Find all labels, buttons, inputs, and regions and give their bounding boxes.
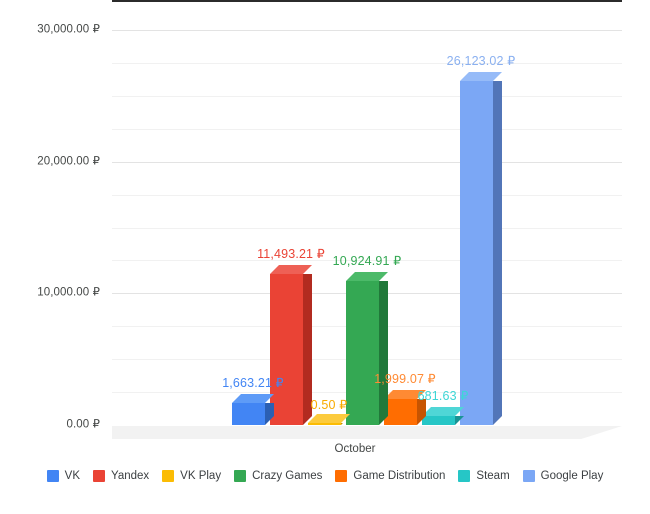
bar-steam[interactable]	[422, 407, 464, 425]
value-label: 26,123.02 ₽	[446, 54, 516, 69]
legend-item-vk-play[interactable]: VK Play	[162, 470, 221, 482]
bar-front-face	[308, 422, 341, 425]
bar-top-face	[422, 407, 464, 417]
bar-top-face	[346, 272, 388, 282]
x-axis-category-text: October	[334, 443, 376, 455]
legend-label: Google Play	[540, 470, 604, 482]
x-axis-category-label: October	[0, 443, 650, 455]
value-label: 1,999.07 ₽	[374, 371, 436, 386]
bar-front-face	[346, 281, 379, 425]
chart-legend: VK Yandex VK Play Crazy Games Game Distribut…	[0, 470, 650, 482]
legend-item-crazy-games[interactable]: Crazy Games	[234, 470, 322, 482]
legend-item-yandex[interactable]: Yandex	[93, 470, 149, 482]
bar-yandex[interactable]	[270, 264, 312, 425]
bar-top-face	[308, 413, 350, 423]
bar-top-face	[232, 394, 274, 404]
legend-label: Yandex	[111, 470, 150, 482]
bar-side-face	[493, 81, 502, 425]
value-label: 11,493.21 ₽	[257, 246, 325, 261]
legend-label: VK Play	[180, 470, 222, 482]
legend-label: Game Distribution	[353, 470, 446, 482]
value-label: 0.50 ₽	[310, 397, 348, 412]
legend-swatch-icon	[458, 470, 471, 482]
bar-game-distribution[interactable]	[384, 389, 426, 425]
bar-top-face	[460, 72, 502, 82]
legend-swatch-icon	[234, 470, 247, 482]
legend-swatch-icon	[522, 470, 535, 482]
legend-swatch-icon	[335, 470, 348, 482]
legend-swatch-icon	[162, 470, 175, 482]
bar-front-face	[460, 81, 493, 425]
value-label: 1,663.21 ₽	[222, 376, 284, 391]
legend-item-google-play[interactable]: Google Play	[522, 470, 604, 482]
bar-side-face	[379, 281, 388, 425]
legend-item-vk[interactable]: VK	[46, 470, 80, 482]
bar-chart: 0.00 ₽10,000.00 ₽20,000.00 ₽30,000.00 ₽ …	[0, 0, 650, 514]
bar-front-face	[232, 403, 265, 425]
bar-series-group	[0, 0, 650, 462]
bar-vk[interactable]	[232, 394, 274, 425]
bar-top-face	[270, 264, 312, 274]
plot-area: 0.00 ₽10,000.00 ₽20,000.00 ₽30,000.00 ₽ …	[0, 0, 650, 462]
bar-crazy-games[interactable]	[346, 272, 388, 425]
x-axis-baseline	[112, 0, 622, 2]
legend-label: Steam	[476, 470, 510, 482]
value-label: 681.63 ₽	[417, 389, 469, 404]
bar-front-face	[270, 273, 303, 425]
legend-label: VK	[64, 470, 80, 482]
legend-item-game-distribution[interactable]: Game Distribution	[335, 470, 445, 482]
bar-front-face	[422, 416, 455, 425]
legend-item-steam[interactable]: Steam	[458, 470, 510, 482]
legend-swatch-icon	[93, 470, 105, 482]
legend-label: Crazy Games	[252, 470, 323, 482]
value-label: 10,924.91 ₽	[332, 254, 402, 269]
legend-swatch-icon	[46, 470, 59, 482]
bar-front-face	[384, 398, 417, 425]
bar-google-play[interactable]	[460, 72, 502, 425]
bar-vk-play[interactable]	[308, 413, 350, 425]
